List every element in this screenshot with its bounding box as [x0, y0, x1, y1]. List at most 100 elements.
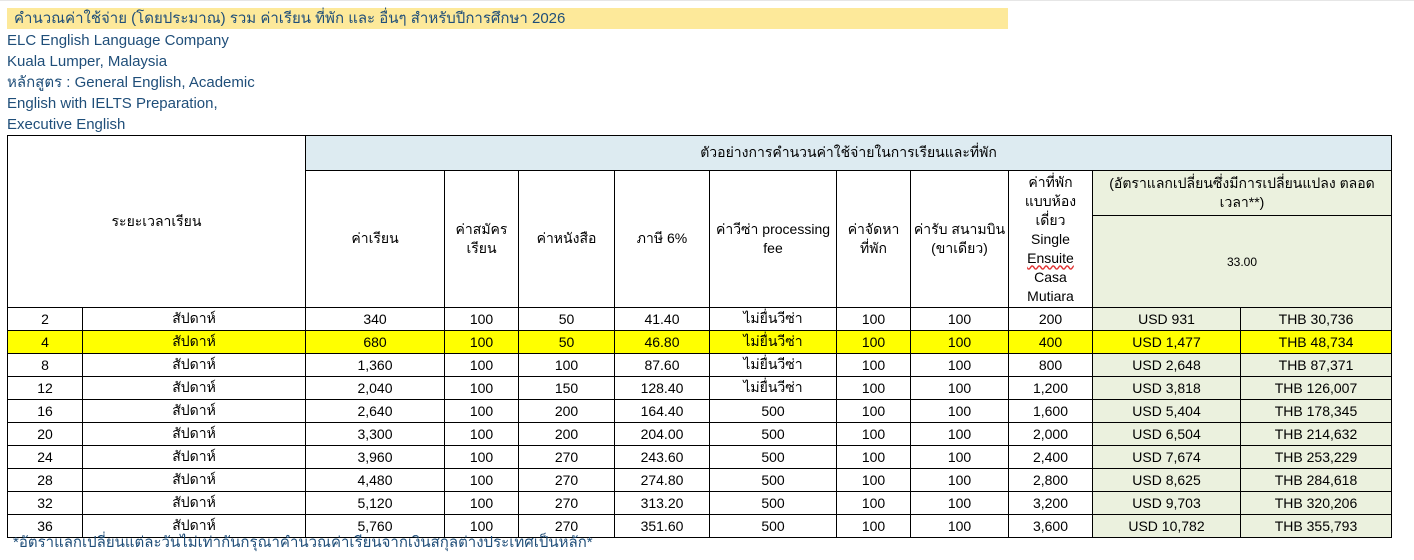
cell-books: 200 — [518, 399, 615, 423]
cell-tax: 351.60 — [614, 514, 710, 538]
header-duration: ระยะเวลาเรียน — [7, 135, 306, 308]
cell-airport: 100 — [910, 491, 1009, 515]
cell-registration: 100 — [444, 491, 519, 515]
header-tax: ภาษี 6% — [614, 170, 710, 308]
cell-weeks: 28 — [7, 468, 83, 492]
header-exchange-note: (อัตราแลกเปลี่ยนซึ่งมีการเปลี่ยนแปลง ตลอ… — [1091, 170, 1393, 216]
cell-unit: สัปดาห์ — [82, 491, 306, 515]
cell-thb: THB 178,345 — [1239, 399, 1393, 423]
cell-tax: 41.40 — [614, 307, 710, 331]
cell-books: 270 — [518, 445, 615, 469]
cell-placement: 100 — [836, 445, 911, 469]
cell-books: 100 — [518, 353, 615, 377]
cell-placement: 100 — [836, 491, 911, 515]
cell-tax: 243.60 — [614, 445, 710, 469]
cell-airport: 100 — [910, 514, 1009, 538]
cell-placement: 100 — [836, 422, 911, 446]
cell-unit: สัปดาห์ — [82, 422, 306, 446]
cell-registration: 100 — [444, 353, 519, 377]
cell-registration: 100 — [444, 399, 519, 423]
cell-airport: 100 — [910, 422, 1009, 446]
table-row: 8 สัปดาห์ 1,360 100 100 87.60 ไม่ยื่นวีซ่า 100 1… — [7, 353, 1393, 377]
cell-usd: USD 9,703 — [1092, 491, 1241, 515]
cell-tax: 87.60 — [614, 353, 710, 377]
cell-visa: 500 — [709, 422, 837, 446]
cell-tuition: 5,120 — [305, 491, 445, 515]
cell-tax: 164.40 — [614, 399, 710, 423]
cell-accommodation: 2,800 — [1008, 468, 1093, 492]
cell-thb: THB 30,736 — [1239, 307, 1393, 331]
cell-tuition: 1,360 — [305, 353, 445, 377]
cell-accommodation: 1,600 — [1008, 399, 1093, 423]
cell-accommodation: 2,400 — [1008, 445, 1093, 469]
header-accommodation-line2: Ensuite — [1027, 249, 1074, 266]
cell-thb: THB 355,793 — [1239, 514, 1393, 538]
cell-unit: สัปดาห์ — [82, 468, 306, 492]
header-registration: ค่าสมัคร เรียน — [444, 170, 519, 308]
cell-weeks: 32 — [7, 491, 83, 515]
school-name: ELC English Language Company — [7, 32, 229, 49]
cell-tuition: 3,300 — [305, 422, 445, 446]
cell-weeks: 16 — [7, 399, 83, 423]
cell-placement: 100 — [836, 330, 911, 354]
cell-accommodation: 2,000 — [1008, 422, 1093, 446]
cell-books: 270 — [518, 468, 615, 492]
table-header-row-1: ระยะเวลาเรียน ตัวอย่างการคำนวนค่าใช้จ่าย… — [7, 135, 1393, 308]
cell-weeks: 12 — [7, 376, 83, 400]
table-row: 28 สัปดาห์ 4,480 100 270 274.80 500 100 100 2,800… — [7, 468, 1393, 492]
cell-visa: ไม่ยื่นวีซ่า — [709, 307, 837, 331]
cell-books: 50 — [518, 307, 615, 331]
cell-registration: 100 — [444, 307, 519, 331]
cell-thb: THB 284,618 — [1239, 468, 1393, 492]
cell-tax: 204.00 — [614, 422, 710, 446]
cell-unit: สัปดาห์ — [82, 330, 306, 354]
cell-usd: USD 931 — [1092, 307, 1241, 331]
cell-tuition: 2,640 — [305, 399, 445, 423]
cell-usd: USD 1,477 — [1092, 330, 1241, 354]
cell-tuition: 340 — [305, 307, 445, 331]
table-row: 12 สัปดาห์ 2,040 100 150 128.40 ไม่ยื่นวีซ่า 10… — [7, 376, 1393, 400]
footnote: *อัตราแลกเปลี่ยนแต่ละวันไม่เท่ากันกรุณาค… — [13, 534, 593, 551]
cell-thb: THB 320,206 — [1239, 491, 1393, 515]
cell-tax: 274.80 — [614, 468, 710, 492]
cell-usd: USD 5,404 — [1092, 399, 1241, 423]
header-airport: ค่ารับ สนามบิน (ขาเดียว) — [910, 170, 1009, 308]
school-location: Kuala Lumper, Malaysia — [7, 53, 168, 70]
cell-usd: USD 6,504 — [1092, 422, 1241, 446]
cell-books: 200 — [518, 422, 615, 446]
cell-accommodation: 200 — [1008, 307, 1093, 331]
cell-tuition: 3,960 — [305, 445, 445, 469]
cell-airport: 100 — [910, 376, 1009, 400]
cell-placement: 100 — [836, 307, 911, 331]
cell-accommodation: 3,200 — [1008, 491, 1093, 515]
cell-visa: ไม่ยื่นวีซ่า — [709, 376, 837, 400]
cell-unit: สัปดาห์ — [82, 376, 306, 400]
cell-visa: 500 — [709, 445, 837, 469]
cell-weeks: 2 — [7, 307, 83, 331]
exchange-rate-value: 33.00 — [1091, 215, 1393, 308]
cell-accommodation: 1,200 — [1008, 376, 1093, 400]
table-row: 32 สัปดาห์ 5,120 100 270 313.20 500 100 100 3,200… — [7, 491, 1393, 515]
cell-books: 270 — [518, 491, 615, 515]
cell-visa: 500 — [709, 514, 837, 538]
cell-visa: ไม่ยื่นวีซ่า — [709, 353, 837, 377]
course-line-2: English with IELTS Preparation, — [7, 95, 218, 112]
cell-thb: THB 48,734 — [1239, 330, 1393, 354]
cell-thb: THB 253,229 — [1239, 445, 1393, 469]
cell-usd: USD 3,818 — [1092, 376, 1241, 400]
cell-usd: USD 7,674 — [1092, 445, 1241, 469]
cell-tuition: 2,040 — [305, 376, 445, 400]
course-line-1: หลักสูตร : General English, Academic — [7, 74, 255, 91]
header-accommodation-line3: Casa Mutiara — [1027, 268, 1074, 304]
cell-placement: 100 — [836, 353, 911, 377]
cell-visa: 500 — [709, 491, 837, 515]
cell-tuition: 680 — [305, 330, 445, 354]
header-books: ค่าหนังสือ — [518, 170, 615, 308]
table-row: 20 สัปดาห์ 3,300 100 200 204.00 500 100 100 2,000… — [7, 422, 1393, 446]
table-row: 4 สัปดาห์ 680 100 50 46.80 ไม่ยื่นวีซ่า 100 100 4… — [7, 330, 1393, 354]
cell-accommodation: 400 — [1008, 330, 1093, 354]
cell-books: 50 — [518, 330, 615, 354]
cell-usd: USD 10,782 — [1092, 514, 1241, 538]
top-gridline — [0, 0, 1414, 1]
cell-visa: ไม่ยื่นวีซ่า — [709, 330, 837, 354]
